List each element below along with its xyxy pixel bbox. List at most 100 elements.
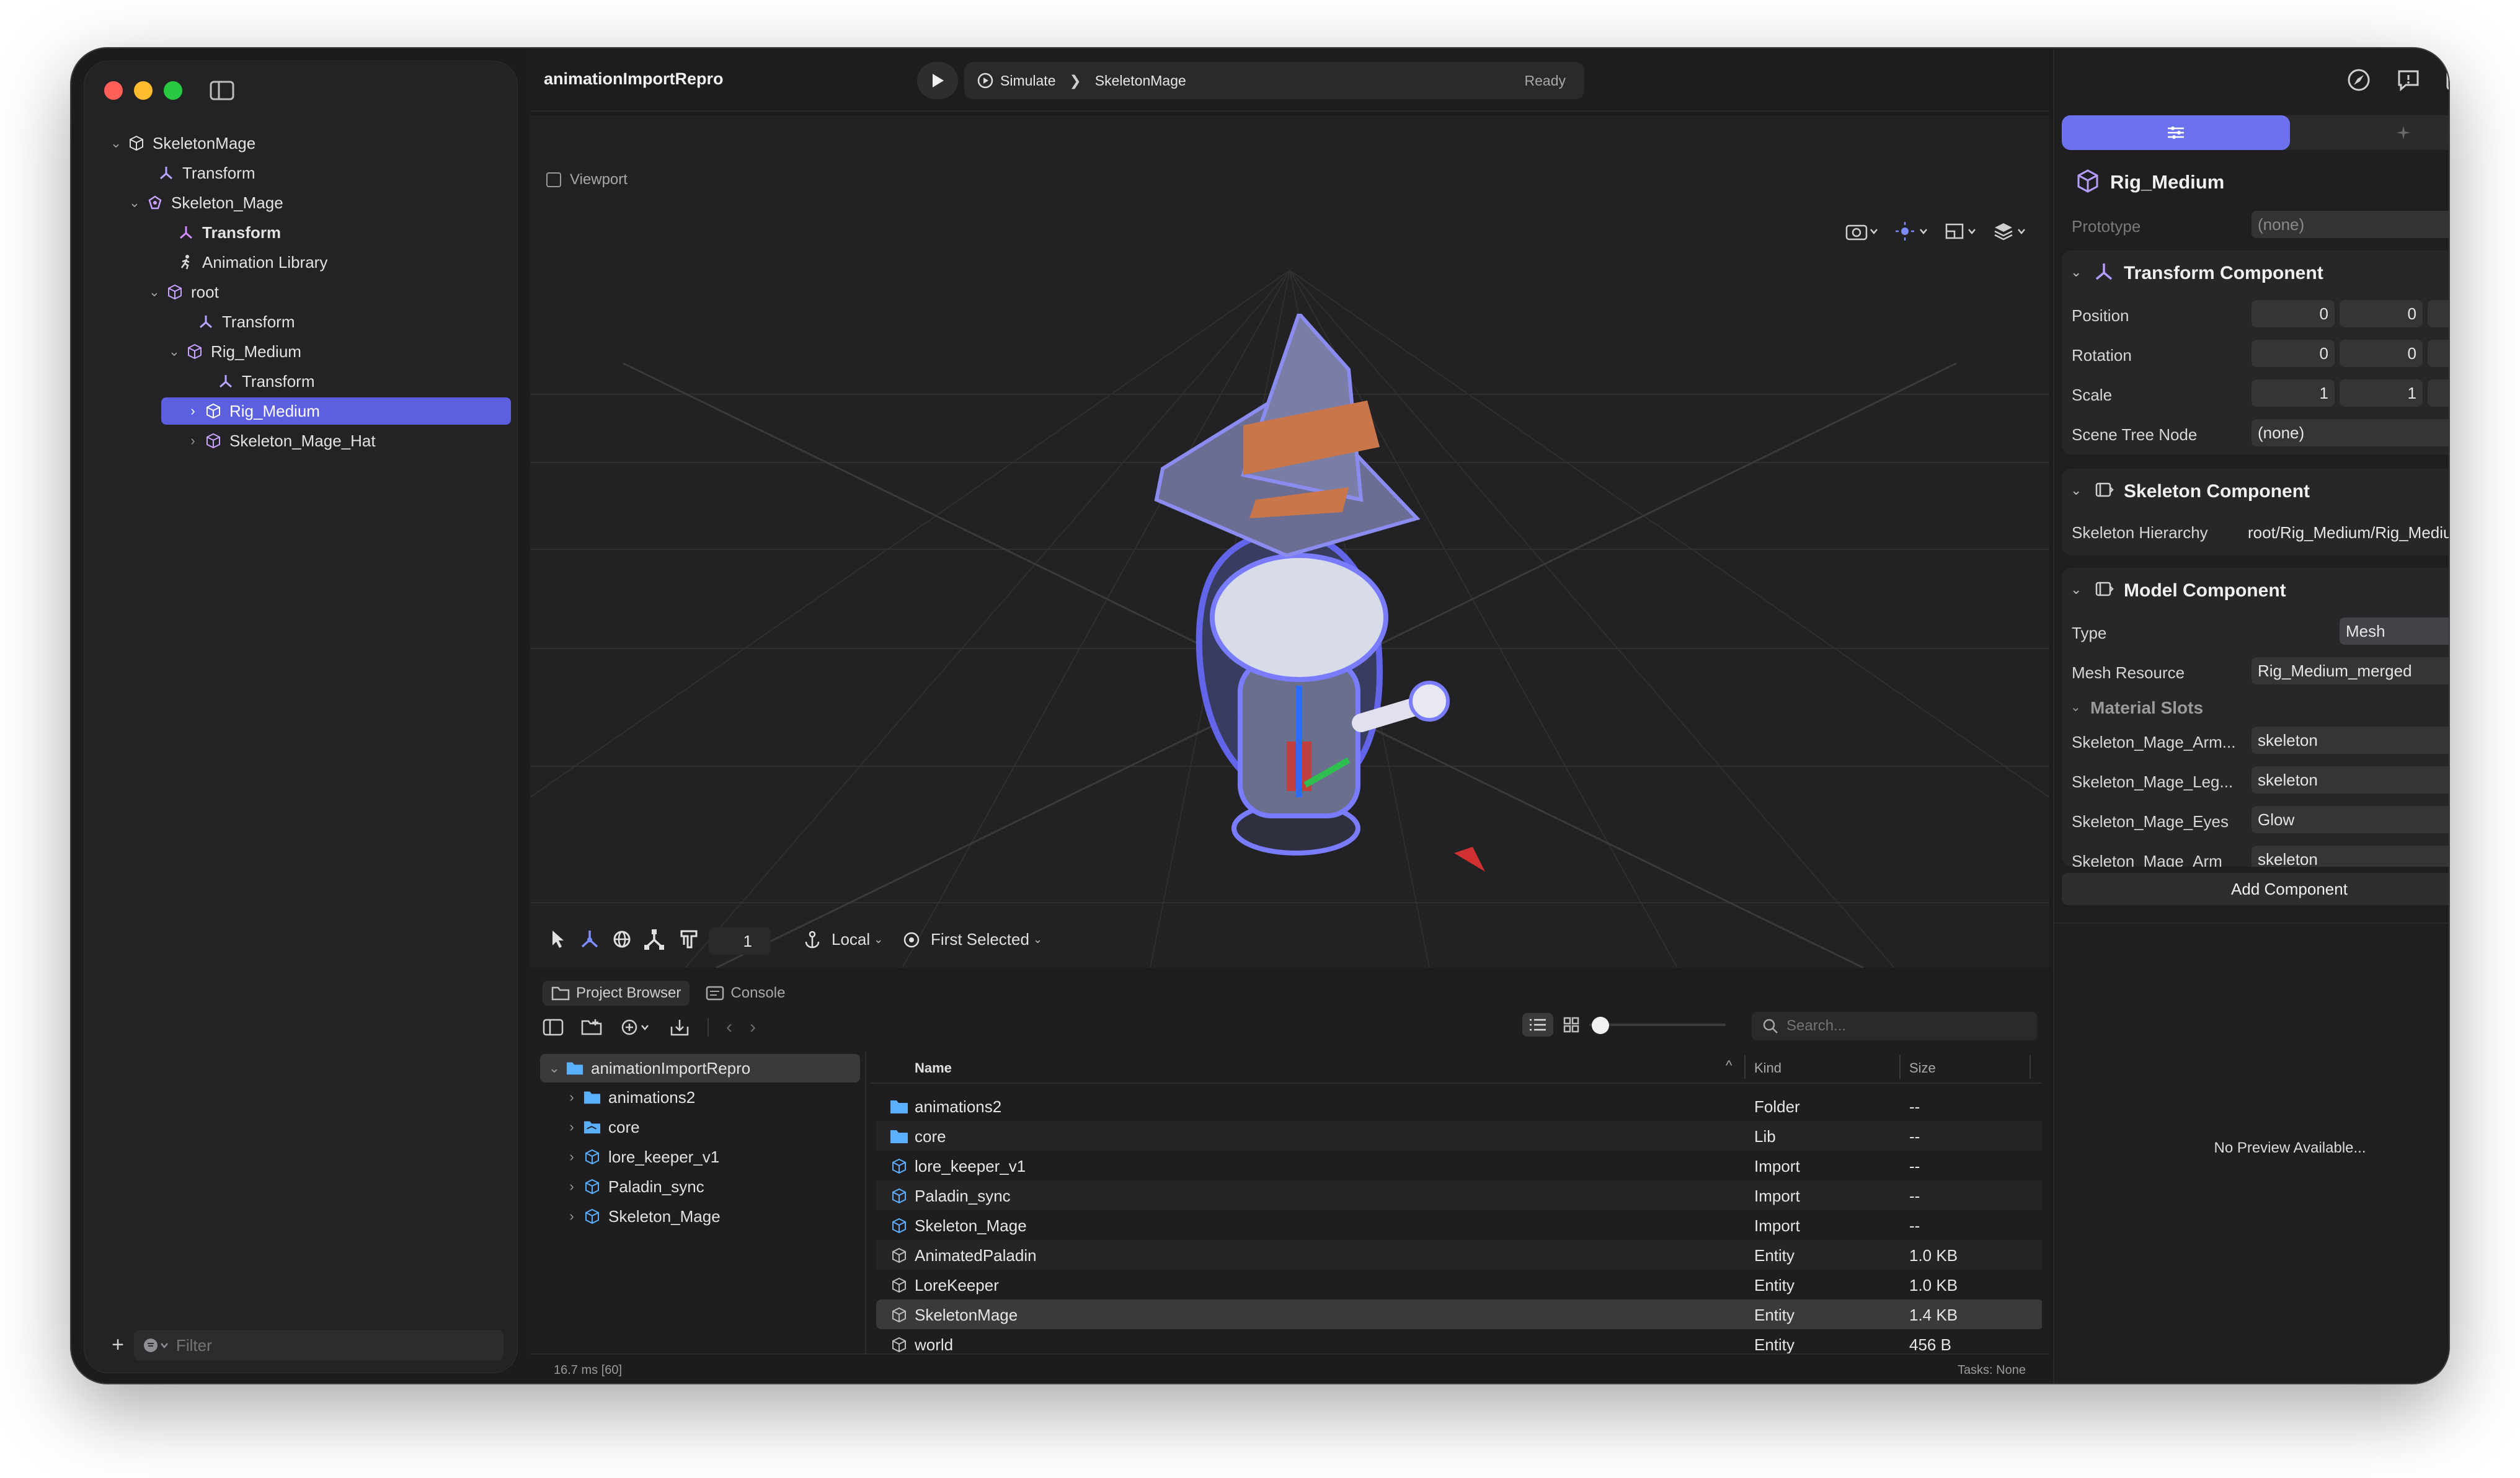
- simulate-button[interactable]: Simulate: [977, 72, 1055, 89]
- chevron-right-icon[interactable]: ›: [186, 403, 200, 419]
- position-x-field[interactable]: 0: [2252, 300, 2335, 327]
- scene-label[interactable]: SkeletonMage: [1095, 73, 1186, 89]
- sidebar-toggle-icon[interactable]: [208, 79, 236, 102]
- move-tool-icon[interactable]: [580, 929, 600, 950]
- layers-icon[interactable]: [1994, 221, 2028, 242]
- local-space-dropdown[interactable]: Local ⌄: [803, 930, 883, 949]
- chevron-down-icon[interactable]: ⌄: [2070, 482, 2082, 498]
- tab-console[interactable]: Console: [701, 981, 790, 1006]
- table-row[interactable]: Skeleton_Mage Import --: [876, 1210, 2042, 1240]
- table-row[interactable]: LoreKeeper Entity 1.0 KB: [876, 1270, 2042, 1299]
- chevron-down-icon[interactable]: ⌄: [2070, 264, 2082, 280]
- folder-item-project-root[interactable]: ⌄ animationImportRepro: [540, 1054, 860, 1082]
- rotation-x-field[interactable]: 0: [2252, 340, 2335, 367]
- camera-icon[interactable]: [1845, 221, 1879, 242]
- hierarchy-item-transform[interactable]: Transform: [217, 368, 315, 395]
- hierarchy-item-transform[interactable]: Transform: [197, 308, 295, 335]
- folder-item-skeleton-mage[interactable]: › Skeleton_Mage: [565, 1203, 720, 1230]
- column-header-size[interactable]: Size: [1909, 1060, 1936, 1076]
- rotate-tool-icon[interactable]: [612, 929, 632, 950]
- position-z-field[interactable]: 0: [2428, 300, 2449, 327]
- properties-tab[interactable]: [2062, 115, 2290, 150]
- table-row[interactable]: lore_keeper_v1 Import --: [876, 1151, 2042, 1180]
- compass-icon[interactable]: [2343, 64, 2374, 95]
- rotation-z-field[interactable]: 0: [2428, 340, 2449, 367]
- rotation-y-field[interactable]: 0: [2340, 340, 2423, 367]
- scale-x-field[interactable]: 1: [2252, 379, 2335, 407]
- hierarchy-item-skeleton-mage[interactable]: ⌄ Skeleton_Mage: [128, 189, 283, 216]
- snap-step-field[interactable]: 1: [709, 927, 771, 955]
- chevron-down-icon[interactable]: ⌄: [109, 135, 123, 151]
- folder-item-paladin-sync[interactable]: › Paladin_sync: [565, 1173, 704, 1200]
- filter-input[interactable]: [176, 1335, 474, 1355]
- chevron-right-icon[interactable]: ›: [186, 433, 200, 449]
- play-button[interactable]: [917, 62, 958, 99]
- close-window-button[interactable]: [104, 81, 123, 100]
- list-view-icon[interactable]: [1522, 1013, 1553, 1037]
- minimize-window-button[interactable]: [134, 81, 153, 100]
- table-row[interactable]: SkeletonMage Entity 1.4 KB: [876, 1299, 2042, 1329]
- forward-arrow-icon[interactable]: ›: [750, 1017, 756, 1038]
- folder-item-lore-keeper[interactable]: › lore_keeper_v1: [565, 1143, 719, 1170]
- folder-item-animations2[interactable]: › animations2: [565, 1084, 695, 1111]
- folder-item-core[interactable]: › core: [565, 1113, 639, 1141]
- new-folder-icon[interactable]: [581, 1018, 603, 1037]
- pivot-dropdown[interactable]: First Selected ⌄: [902, 930, 1042, 949]
- chevron-right-icon[interactable]: ›: [565, 1149, 579, 1165]
- comment-icon[interactable]: [2393, 64, 2424, 95]
- hierarchy-item-rig-medium-selected[interactable]: › Rig_Medium: [161, 397, 511, 425]
- scene-tree-node-field[interactable]: (none): [2252, 419, 2449, 446]
- position-y-field[interactable]: 0: [2340, 300, 2423, 327]
- hierarchy-item-root[interactable]: ⌄ root: [148, 278, 219, 306]
- hierarchy-item-rig-medium[interactable]: ⌄ Rig_Medium: [167, 338, 301, 365]
- add-asset-icon[interactable]: [621, 1018, 652, 1037]
- hierarchy-item-transform[interactable]: Transform: [158, 159, 255, 187]
- chevron-down-icon[interactable]: ⌄: [2070, 699, 2081, 715]
- import-icon[interactable]: [669, 1018, 690, 1037]
- material-slot-field[interactable]: Glow: [2252, 806, 2449, 833]
- chevron-right-icon[interactable]: ›: [565, 1089, 579, 1105]
- add-component-button[interactable]: Add Component: [2062, 873, 2449, 905]
- tab-project-browser[interactable]: Project Browser: [543, 981, 690, 1006]
- table-row[interactable]: world Entity 456 B: [876, 1329, 2042, 1353]
- inspector-toggle-icon[interactable]: [2442, 64, 2449, 95]
- type-select[interactable]: Mesh ⇕: [2340, 617, 2449, 645]
- chevron-right-icon[interactable]: ›: [565, 1119, 579, 1135]
- chevron-down-icon[interactable]: ⌄: [548, 1060, 561, 1076]
- chevron-down-icon[interactable]: ⌄: [128, 195, 141, 211]
- scale-tool-icon[interactable]: [644, 929, 664, 950]
- chevron-down-icon[interactable]: ⌄: [148, 284, 161, 300]
- select-tool-icon[interactable]: [549, 929, 567, 950]
- table-row[interactable]: core Lib --: [876, 1121, 2042, 1151]
- filter-field[interactable]: [134, 1330, 504, 1361]
- add-entity-button[interactable]: +: [107, 1332, 129, 1357]
- skeleton-mage-model[interactable]: [1101, 314, 1485, 896]
- chevron-right-icon[interactable]: ›: [565, 1208, 579, 1224]
- thumbnail-size-slider[interactable]: [1589, 1016, 1726, 1034]
- table-row[interactable]: Paladin_sync Import --: [876, 1180, 2042, 1210]
- search-field[interactable]: [1752, 1012, 2037, 1040]
- lighting-sun-icon[interactable]: [1894, 221, 1929, 242]
- prototype-field[interactable]: (none): [2252, 211, 2449, 238]
- chevron-right-icon[interactable]: ›: [565, 1179, 579, 1195]
- material-slot-field[interactable]: skeleton: [2252, 727, 2449, 754]
- material-slot-field[interactable]: skeleton: [2252, 846, 2449, 867]
- material-slot-field[interactable]: skeleton: [2252, 766, 2449, 794]
- filter-options-icon[interactable]: [143, 1337, 170, 1354]
- table-row[interactable]: AnimatedPaladin Entity 1.0 KB: [876, 1240, 2042, 1270]
- scale-z-field[interactable]: 1: [2428, 379, 2449, 407]
- entity-name[interactable]: Rig_Medium: [2110, 171, 2224, 193]
- sort-ascending-icon[interactable]: ^: [1726, 1058, 1732, 1074]
- sidebar-toggle-icon[interactable]: [543, 1018, 564, 1037]
- back-arrow-icon[interactable]: ‹: [726, 1017, 732, 1038]
- snap-icon[interactable]: [679, 929, 699, 950]
- viewport-checkbox[interactable]: [546, 172, 561, 187]
- viewport-tab[interactable]: Viewport: [546, 171, 628, 188]
- hierarchy-item-transform[interactable]: Transform: [177, 219, 281, 246]
- hierarchy-item-skeletonmage[interactable]: ⌄ SkeletonMage: [109, 130, 255, 157]
- mesh-resource-field[interactable]: Rig_Medium_merged: [2252, 657, 2449, 684]
- settings-tab[interactable]: [2290, 115, 2449, 150]
- viewport[interactable]: Viewport 1 Local ⌄ First Selected ⌄: [530, 115, 2049, 968]
- search-input[interactable]: [1786, 1017, 2022, 1035]
- hierarchy-item-animation-library[interactable]: Animation Library: [177, 249, 327, 276]
